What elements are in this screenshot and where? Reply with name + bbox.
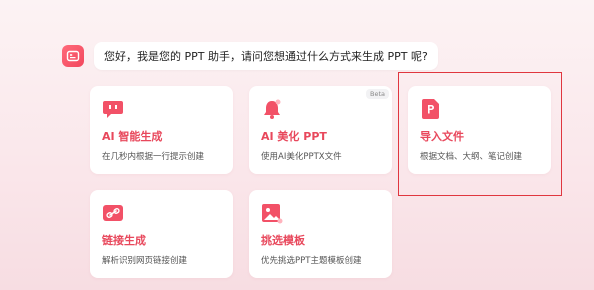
card-pick-template[interactable]: 挑选模板 优先挑选PPT主题模板创建 <box>249 190 392 278</box>
beta-badge: Beta <box>366 89 389 99</box>
card-description: 使用AI美化PPTX文件 <box>261 152 342 162</box>
card-ai-beautify[interactable]: Beta AI 美化 PPT 使用AI美化PPTX文件 <box>249 86 392 174</box>
assistant-greeting: 您好，我是您的 PPT 助手，请问您想通过什么方式来生成 PPT 呢? <box>94 42 438 70</box>
card-title: AI 智能生成 <box>102 130 163 143</box>
image-template-icon <box>261 202 283 224</box>
bell-sparkle-icon <box>261 98 283 120</box>
card-title: 挑选模板 <box>261 234 305 247</box>
chat-bubble-icon <box>102 98 124 120</box>
card-description: 优先挑选PPT主题模板创建 <box>261 256 362 266</box>
card-import-file[interactable]: 导入文件 根据文档、大纲、笔记创建 <box>408 86 551 174</box>
card-description: 解析识别网页链接创建 <box>102 256 188 266</box>
assistant-robot-icon <box>66 50 80 62</box>
card-title: AI 美化 PPT <box>261 130 327 143</box>
card-title: 链接生成 <box>102 234 146 247</box>
assistant-message-row: 您好，我是您的 PPT 助手，请问您想通过什么方式来生成 PPT 呢? <box>62 42 438 70</box>
card-description: 在几秒内根据一行提示创建 <box>102 152 205 162</box>
card-description: 根据文档、大纲、笔记创建 <box>420 152 523 162</box>
assistant-avatar <box>62 45 84 67</box>
card-ai-generate[interactable]: AI 智能生成 在几秒内根据一行提示创建 <box>90 86 233 174</box>
card-title: 导入文件 <box>420 130 464 143</box>
link-icon <box>102 202 124 224</box>
ppt-file-icon <box>420 98 442 120</box>
card-link-generate[interactable]: 链接生成 解析识别网页链接创建 <box>90 190 233 278</box>
